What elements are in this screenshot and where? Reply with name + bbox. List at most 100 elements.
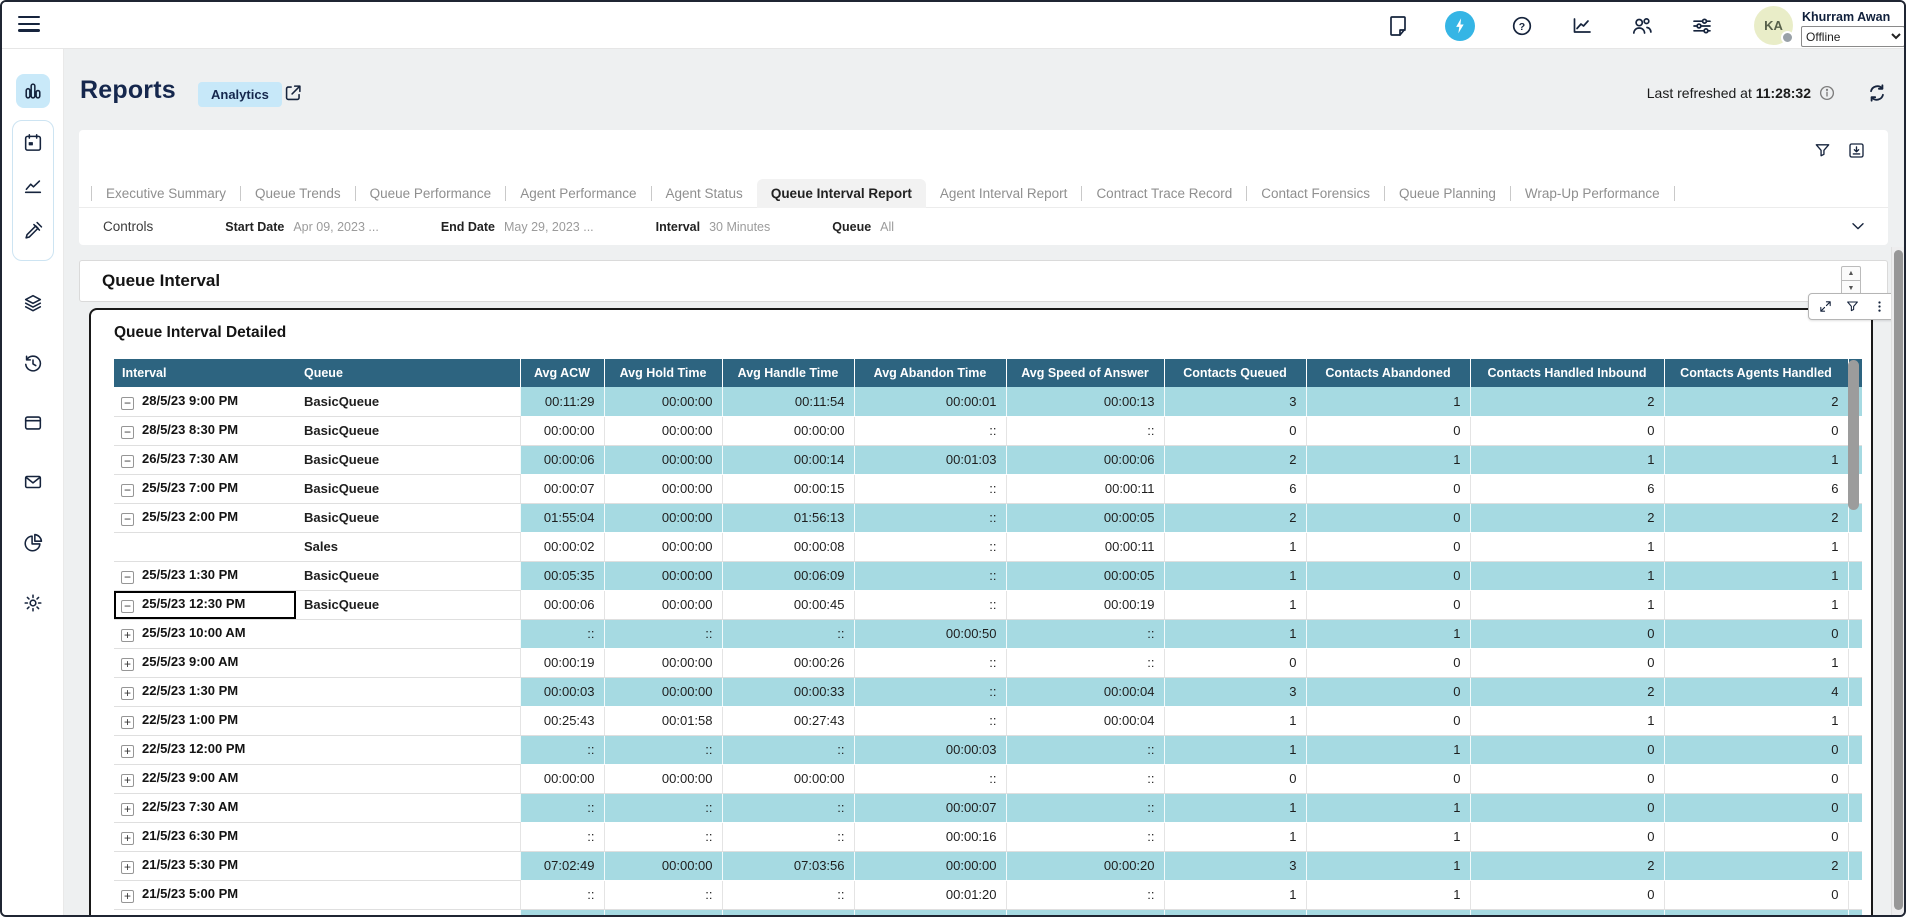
metric-cell[interactable]: :: bbox=[604, 793, 722, 822]
tab-agent-interval-report[interactable]: Agent Interval Report bbox=[926, 179, 1082, 208]
interval-cell[interactable]: −28/5/23 9:00 PM bbox=[114, 387, 296, 416]
metric-cell[interactable]: :: bbox=[1006, 764, 1164, 793]
metric-cell[interactable]: :: bbox=[722, 619, 854, 648]
metric-cell[interactable]: 00:00:04 bbox=[1006, 706, 1164, 735]
queue-cell[interactable]: BasicQueue bbox=[296, 503, 520, 532]
metric-cell[interactable]: :: bbox=[854, 561, 1006, 590]
metric-cell[interactable]: 0 bbox=[1306, 474, 1470, 503]
metric-cell[interactable]: 0 bbox=[1470, 619, 1664, 648]
metric-cell[interactable]: 0 bbox=[1306, 532, 1470, 561]
column-header-contacts-abandoned[interactable]: Contacts Abandoned bbox=[1306, 359, 1470, 387]
metric-cell[interactable]: 1 bbox=[1306, 735, 1470, 764]
metric-cell[interactable]: 1 bbox=[1470, 706, 1664, 735]
metric-cell[interactable]: :: bbox=[520, 735, 604, 764]
column-header-avg-handle-time[interactable]: Avg Handle Time bbox=[722, 359, 854, 387]
tab-contract-trace-record[interactable]: Contract Trace Record bbox=[1082, 179, 1246, 208]
metric-cell[interactable]: :: bbox=[854, 416, 1006, 445]
control-filter-interval[interactable]: Interval30 Minutes bbox=[656, 220, 771, 234]
metric-cell[interactable]: :: bbox=[604, 822, 722, 851]
queue-cell[interactable] bbox=[296, 648, 520, 677]
metric-cell[interactable]: 00:01:20 bbox=[854, 880, 1006, 909]
metric-cell[interactable]: 2 bbox=[1164, 445, 1306, 474]
metric-cell[interactable]: 00:00:00 bbox=[520, 416, 604, 445]
metric-cell[interactable]: 00:00:00 bbox=[722, 416, 854, 445]
metric-cell[interactable]: 0 bbox=[1306, 561, 1470, 590]
metric-cell[interactable]: :: bbox=[1006, 619, 1164, 648]
interval-cell[interactable]: −25/5/23 1:30 PM bbox=[114, 561, 296, 590]
metric-cell[interactable]: 00:06:09 bbox=[722, 561, 854, 590]
metric-cell[interactable]: 00:01:58 bbox=[604, 706, 722, 735]
metric-cell[interactable]: 00:00:00 bbox=[854, 851, 1006, 880]
metric-cell[interactable]: :: bbox=[1006, 735, 1164, 764]
column-header-avg-hold-time[interactable]: Avg Hold Time bbox=[604, 359, 722, 387]
sidebar-item-history[interactable] bbox=[16, 346, 50, 380]
metric-cell[interactable]: 1 bbox=[1306, 445, 1470, 474]
metric-cell[interactable]: 1 bbox=[1164, 793, 1306, 822]
metric-cell[interactable]: 0 bbox=[1470, 416, 1664, 445]
metric-cell[interactable]: 1 bbox=[1306, 793, 1470, 822]
metric-cell[interactable]: 1 bbox=[1664, 532, 1848, 561]
page-scrollbar-thumb[interactable] bbox=[1894, 250, 1903, 910]
interval-cell[interactable]: +21/5/23 5:00 PM bbox=[114, 880, 296, 909]
metric-cell[interactable]: :: bbox=[1006, 416, 1164, 445]
help-icon[interactable]: ? bbox=[1509, 13, 1535, 39]
metric-cell[interactable]: 00:00:45 bbox=[722, 590, 854, 619]
queue-cell[interactable]: BasicQueue bbox=[296, 590, 520, 619]
metric-cell[interactable]: 0 bbox=[1664, 735, 1848, 764]
metric-cell[interactable]: 00:00:01 bbox=[854, 387, 1006, 416]
metric-cell[interactable]: 0 bbox=[1664, 822, 1848, 851]
metric-cell[interactable]: 00:00:00 bbox=[604, 416, 722, 445]
metric-cell[interactable]: 0 bbox=[1470, 793, 1664, 822]
metric-cell[interactable]: 1 bbox=[1164, 590, 1306, 619]
queue-cell[interactable] bbox=[296, 851, 520, 880]
agents-icon[interactable] bbox=[1629, 13, 1655, 39]
metric-cell[interactable]: 0 bbox=[1306, 648, 1470, 677]
metric-cell[interactable]: 00:00:19 bbox=[520, 648, 604, 677]
metric-cell[interactable]: 1 bbox=[1664, 648, 1848, 677]
more-options-icon[interactable] bbox=[1872, 299, 1887, 314]
metric-cell[interactable]: 00:05:35 bbox=[520, 561, 604, 590]
collapse-icon[interactable]: − bbox=[121, 426, 134, 439]
metric-cell[interactable]: 0 bbox=[1664, 764, 1848, 793]
collapse-icon[interactable]: − bbox=[121, 397, 134, 410]
metric-cell[interactable]: :: bbox=[520, 822, 604, 851]
metric-cell[interactable]: 00:00:00 bbox=[604, 532, 722, 561]
metric-cell[interactable]: 00:00:00 bbox=[604, 590, 722, 619]
queue-cell[interactable] bbox=[296, 822, 520, 851]
refresh-icon[interactable] bbox=[1866, 82, 1888, 104]
metric-cell[interactable]: 00:00:00 bbox=[604, 648, 722, 677]
hamburger-menu-icon[interactable] bbox=[18, 16, 40, 34]
queue-cell[interactable]: BasicQueue bbox=[296, 445, 520, 474]
metric-cell[interactable]: 3 bbox=[1164, 387, 1306, 416]
metric-cell[interactable]: :: bbox=[854, 590, 1006, 619]
metric-cell[interactable]: 00:00:16 bbox=[854, 822, 1006, 851]
interval-cell[interactable]: −25/5/23 2:00 PM bbox=[114, 503, 296, 532]
sidebar-item-mail[interactable] bbox=[16, 465, 50, 499]
metric-cell[interactable]: 0 bbox=[1664, 880, 1848, 909]
metric-cell[interactable]: 00:00:27 bbox=[520, 909, 604, 917]
column-header-avg-speed-of-answer[interactable]: Avg Speed of Answer bbox=[1006, 359, 1164, 387]
metric-cell[interactable]: 0 bbox=[1306, 416, 1470, 445]
metric-cell[interactable]: 00:00:19 bbox=[1006, 590, 1164, 619]
metric-cell[interactable]: :: bbox=[854, 532, 1006, 561]
sidebar-item-pie-chart[interactable] bbox=[16, 526, 50, 560]
column-header-interval[interactable]: Interval bbox=[114, 359, 296, 387]
metric-cell[interactable]: 0 bbox=[1470, 880, 1664, 909]
metric-cell[interactable]: 3 bbox=[1164, 851, 1306, 880]
metric-cell[interactable]: 00:00:00 bbox=[604, 764, 722, 793]
interval-cell[interactable]: −28/5/23 8:30 PM bbox=[114, 416, 296, 445]
metric-cell[interactable]: 00:25:43 bbox=[520, 706, 604, 735]
metric-cell[interactable]: :: bbox=[854, 706, 1006, 735]
metric-cell[interactable]: :: bbox=[520, 619, 604, 648]
metric-cell[interactable]: 00:00:04 bbox=[1006, 677, 1164, 706]
metric-cell[interactable]: 1 bbox=[1306, 822, 1470, 851]
metric-cell[interactable]: 00:00:00 bbox=[520, 764, 604, 793]
metric-cell[interactable]: 00:11:54 bbox=[722, 387, 854, 416]
table-scrollbar-thumb[interactable] bbox=[1848, 360, 1859, 510]
metric-cell[interactable]: 00:00:00 bbox=[604, 474, 722, 503]
metric-cell[interactable]: 00:00:07 bbox=[520, 474, 604, 503]
metric-cell[interactable]: 00:00:06 bbox=[520, 590, 604, 619]
metric-cell[interactable]: 0 bbox=[1306, 503, 1470, 532]
metric-cell[interactable]: :: bbox=[854, 764, 1006, 793]
metric-cell[interactable]: 1 bbox=[1306, 880, 1470, 909]
